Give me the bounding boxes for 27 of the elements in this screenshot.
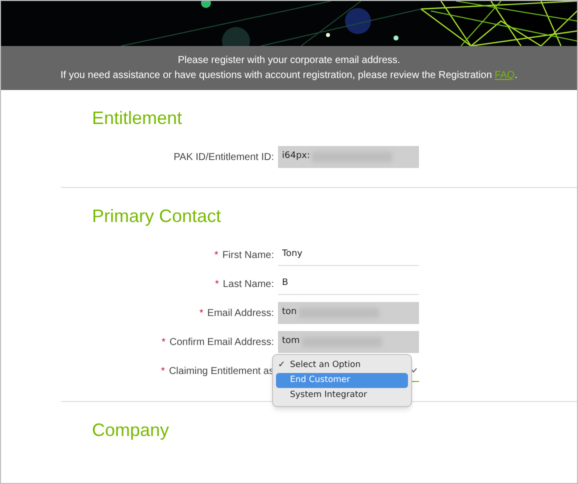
- checkmark-icon: ✓: [278, 360, 286, 370]
- field-value: B: [282, 276, 288, 290]
- required-asterisk: *: [199, 306, 204, 320]
- field-value: i64px:: [282, 150, 310, 164]
- required-asterisk: *: [214, 278, 219, 292]
- section-title: Entitlement: [92, 107, 184, 130]
- required-asterisk: *: [214, 248, 218, 262]
- section-title: Company: [92, 419, 170, 442]
- section-title: Primary Contact: [92, 205, 222, 228]
- field-label: Confirm Email Address:: [170, 336, 274, 350]
- input-field[interactable]: ton: [278, 302, 419, 324]
- field-label: Email Address:: [207, 306, 274, 320]
- dropdown-option[interactable]: System Integrator: [276, 388, 408, 403]
- field-label: PAK ID/Entitlement ID:: [174, 150, 274, 164]
- dropdown-option[interactable]: ✓ Select an Option: [276, 358, 408, 373]
- notice-text: If you need assistance or have questions with account registration, please review the Registration FAQ.: [60, 69, 518, 83]
- input-field[interactable]: tom: [278, 331, 419, 353]
- field-value: Tony: [282, 248, 303, 261]
- field-label: Last Name:: [222, 278, 274, 292]
- notice-text: Please register with your corporate email address.: [178, 54, 400, 68]
- field-value: ton: [282, 306, 297, 320]
- chevron-icon: [410, 368, 417, 373]
- field-label: First Name:: [222, 248, 274, 262]
- required-asterisk: *: [161, 364, 165, 378]
- required-asterisk: *: [162, 336, 166, 350]
- input-field[interactable]: i64px:: [278, 146, 419, 168]
- field-value: tom: [282, 335, 300, 348]
